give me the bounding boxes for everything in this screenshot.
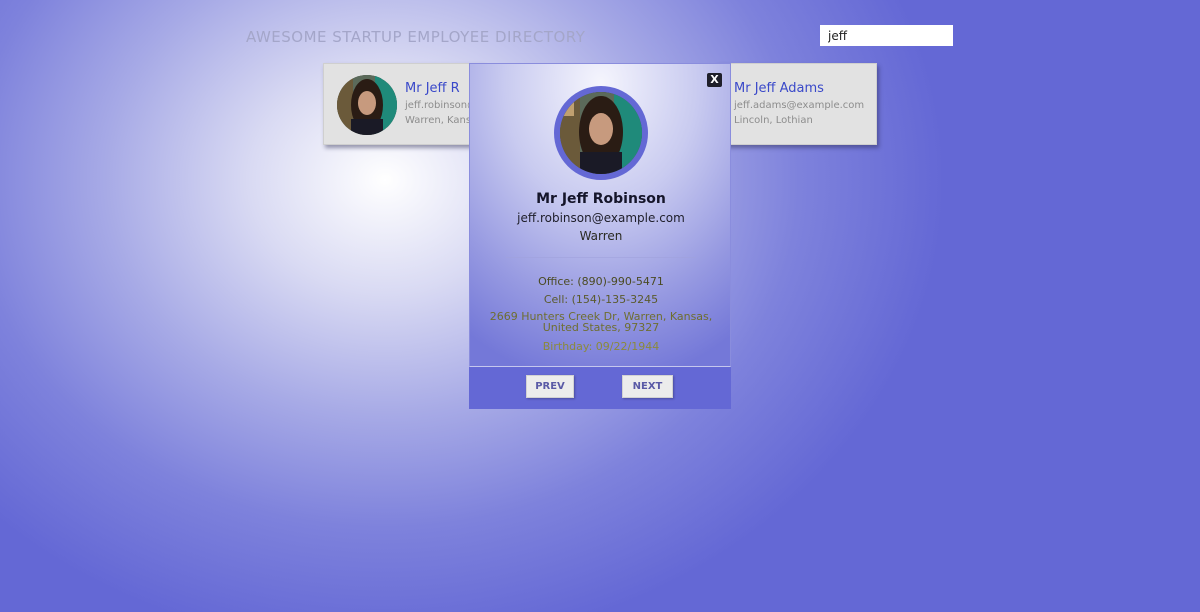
card-location: Lincoln, Lothian bbox=[734, 115, 813, 126]
avatar bbox=[554, 86, 648, 180]
card-name[interactable]: Mr Jeff Adams bbox=[734, 81, 824, 96]
modal-address: 2669 Hunters Creek Dr, Warren, Kansas, U… bbox=[489, 310, 713, 334]
card-name[interactable]: Mr Jeff R bbox=[405, 81, 460, 96]
prev-button[interactable]: Prev bbox=[526, 375, 574, 398]
employee-modal: X Mr Jeff Robinson jeff.robinson@example… bbox=[469, 63, 731, 409]
card-location: Warren, Kansa bbox=[405, 115, 478, 126]
modal-cell-phone: Cell: (154)-135-3245 bbox=[543, 293, 659, 306]
next-button[interactable]: Next bbox=[622, 375, 673, 398]
modal-body: X Mr Jeff Robinson jeff.robinson@example… bbox=[469, 63, 731, 367]
modal-email: jeff.robinson@example.com bbox=[517, 211, 685, 225]
modal-birthday: Birthday: 09/22/1944 bbox=[542, 340, 660, 353]
modal-name: Mr Jeff Robinson bbox=[536, 191, 666, 207]
page-title: Awesome Startup Employee Directory bbox=[246, 28, 586, 46]
modal-office-phone: Office: (890)-990-5471 bbox=[538, 275, 664, 288]
employee-card[interactable]: Mr Jeff R jeff.robinson@ Warren, Kansa bbox=[323, 63, 483, 145]
card-email: jeff.robinson@ bbox=[405, 100, 478, 111]
close-icon[interactable]: X bbox=[707, 73, 722, 87]
divider bbox=[506, 257, 696, 258]
search-input[interactable] bbox=[820, 25, 953, 46]
card-email: jeff.adams@example.com bbox=[734, 100, 865, 111]
employee-card[interactable]: Mr Jeff Adams jeff.adams@example.com Lin… bbox=[716, 63, 877, 145]
avatar bbox=[337, 75, 397, 135]
modal-footer: Prev Next bbox=[469, 367, 731, 409]
modal-city: Warren bbox=[579, 229, 623, 243]
